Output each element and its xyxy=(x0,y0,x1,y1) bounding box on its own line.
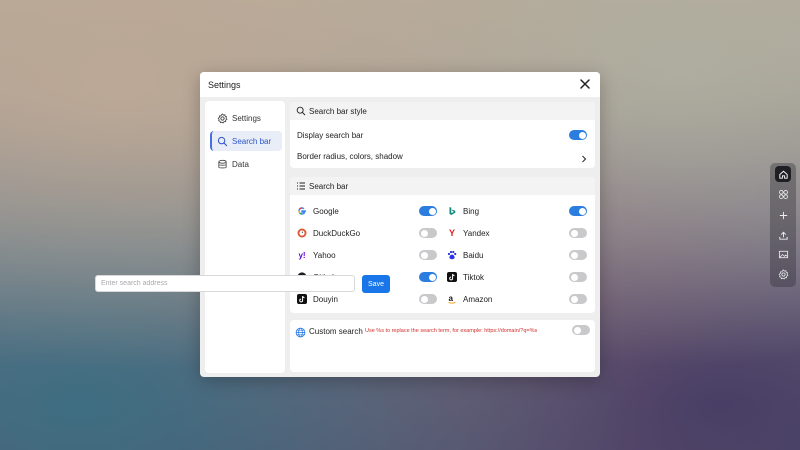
engine-tiktok: Tiktok xyxy=(447,272,484,282)
yahoo-toggle[interactable] xyxy=(419,250,437,260)
engine-baidu: Baidu xyxy=(447,250,483,260)
duckduckgo-toggle[interactable] xyxy=(419,228,437,238)
globe-icon xyxy=(295,325,306,343)
engine-yandex: Y Yandex xyxy=(447,228,490,238)
search-engines-panel: Search bar Google Bing DuckDuckGo Y Yand… xyxy=(290,177,595,313)
home-icon xyxy=(778,170,788,179)
panel-header: Search bar style xyxy=(290,102,595,120)
engine-duckduckgo: DuckDuckGo xyxy=(297,228,360,238)
panel-header: Search bar xyxy=(290,177,595,195)
wallpaper-button[interactable] xyxy=(775,246,791,262)
yandex-icon: Y xyxy=(448,228,455,238)
engine-label: Amazon xyxy=(463,294,493,304)
engine-label: Google xyxy=(313,206,339,216)
engine-label: Yandex xyxy=(463,228,490,238)
bing-toggle[interactable] xyxy=(569,206,587,216)
search-bar-style-panel: Search bar style Display search bar Bord… xyxy=(290,102,595,168)
engine-label: DuckDuckGo xyxy=(313,228,361,238)
engine-bing: Bing xyxy=(447,206,479,216)
dialog-header: Settings xyxy=(200,72,600,97)
home-button[interactable] xyxy=(775,166,791,182)
tiktok-icon xyxy=(447,272,457,282)
baidu-toggle[interactable] xyxy=(569,250,587,260)
engine-yahoo: y! Yahoo xyxy=(297,250,336,260)
list-icon xyxy=(296,181,306,191)
close-button[interactable] xyxy=(578,77,592,91)
engine-label: Douyin xyxy=(313,294,338,304)
image-icon xyxy=(778,250,788,258)
save-button[interactable]: Save xyxy=(362,275,390,293)
engine-label: Tiktok xyxy=(463,272,485,282)
sidebar-item-label: Search bar xyxy=(232,136,272,146)
sidebar-item-settings[interactable]: Settings xyxy=(210,108,280,128)
amazon-toggle[interactable] xyxy=(569,294,587,304)
engine-label: Yahoo xyxy=(313,250,336,260)
search-address-input[interactable] xyxy=(95,275,355,292)
custom-search-title: Custom search xyxy=(309,327,363,336)
apps-button[interactable] xyxy=(775,186,791,202)
google-toggle[interactable] xyxy=(419,206,437,216)
sidebar-item-data[interactable]: Data xyxy=(210,154,280,174)
settings-button[interactable] xyxy=(775,266,791,282)
chevron-right-icon[interactable] xyxy=(580,151,588,169)
bing-icon xyxy=(447,206,457,216)
settings-dialog: Settings Settings Search bar Data Search… xyxy=(200,72,600,377)
engine-amazon: a Amazon xyxy=(447,294,492,304)
custom-search-hint: Use %s to replace the search term, for e… xyxy=(365,328,538,334)
display-search-bar-toggle[interactable] xyxy=(569,130,587,140)
search-icon xyxy=(296,106,306,116)
amazon-icon: a xyxy=(447,294,457,304)
sidebar-item-search-bar[interactable]: Search bar xyxy=(210,131,282,151)
apps-icon xyxy=(778,189,788,199)
baidu-icon xyxy=(447,250,457,260)
upload-icon xyxy=(778,231,788,240)
search-icon xyxy=(216,135,228,147)
gear-icon xyxy=(216,112,228,124)
custom-search-toggle[interactable] xyxy=(572,325,590,335)
plus-icon xyxy=(779,211,787,219)
google-icon xyxy=(297,206,307,216)
gear-icon xyxy=(778,268,788,279)
settings-sidebar: Settings Search bar Data xyxy=(205,101,285,373)
engine-douyin: Douyin xyxy=(297,294,338,304)
yahoo-icon: y! xyxy=(298,250,306,260)
display-search-bar-label: Display search bar xyxy=(297,131,364,140)
panel-title: Search bar xyxy=(309,181,349,191)
add-button[interactable] xyxy=(775,207,791,223)
sidebar-item-label: Data xyxy=(232,159,249,169)
douyin-icon xyxy=(297,294,307,304)
border-style-link[interactable]: Border radius, colors, shadow xyxy=(297,152,403,161)
dialog-title: Settings xyxy=(208,80,241,90)
database-icon xyxy=(216,158,228,170)
douyin-toggle[interactable] xyxy=(419,294,437,304)
engine-google: Google xyxy=(297,206,339,216)
close-icon xyxy=(580,79,590,89)
custom-search-panel: Custom search Use %s to replace the sear… xyxy=(290,320,595,372)
engine-label: Bing xyxy=(463,206,480,216)
sidebar-item-label: Settings xyxy=(232,113,261,123)
duckduckgo-icon xyxy=(297,228,307,238)
yandex-toggle[interactable] xyxy=(569,228,587,238)
upload-button[interactable] xyxy=(775,227,791,243)
side-dock xyxy=(770,163,796,287)
engine-label: Baidu xyxy=(463,250,484,260)
tiktok-toggle[interactable] xyxy=(569,272,587,282)
svg-text:a: a xyxy=(449,294,454,303)
github-toggle[interactable] xyxy=(419,272,437,282)
panel-title: Search bar style xyxy=(309,106,367,116)
